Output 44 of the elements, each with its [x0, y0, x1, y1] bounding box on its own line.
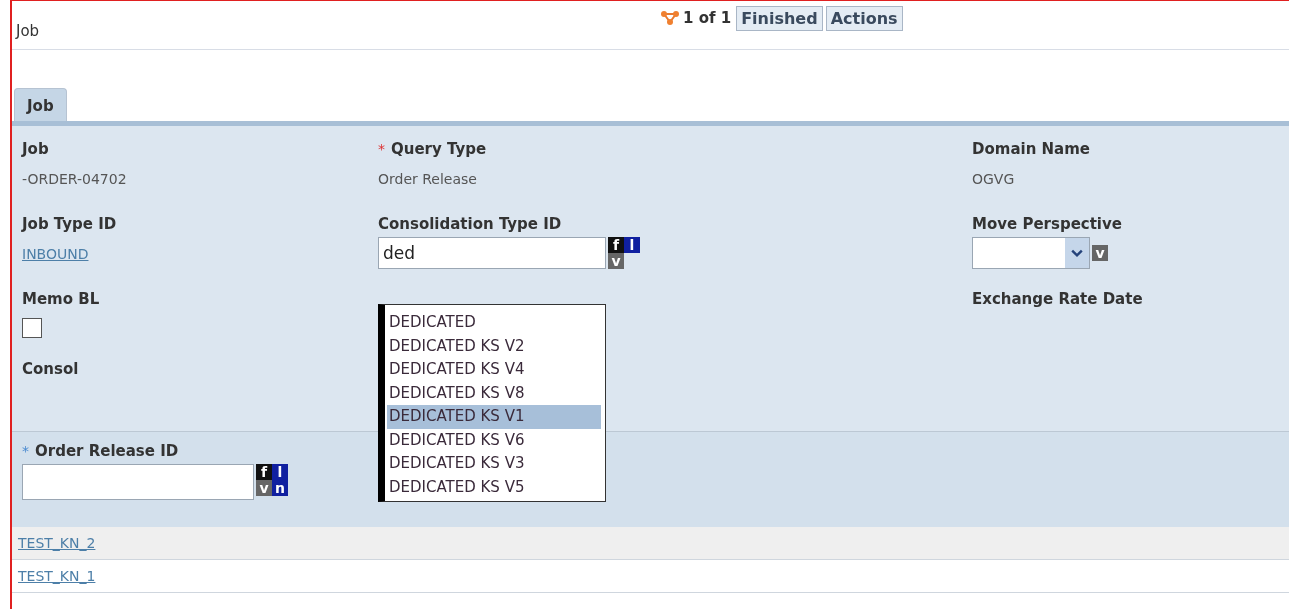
lookup-key[interactable]: v	[1092, 245, 1108, 261]
field-label: Job Type ID	[22, 215, 117, 233]
field-label: Job	[22, 140, 49, 158]
dropdown[interactable]	[972, 237, 1090, 269]
lookup-key[interactable]: f	[608, 237, 624, 253]
tab[interactable]: Job	[14, 88, 67, 121]
required-mark: *	[22, 443, 29, 459]
lookup-key[interactable]: f	[256, 464, 272, 480]
chevron-down-icon	[1071, 248, 1083, 258]
field-value: Order Release	[378, 171, 478, 187]
input-field[interactable]: ded	[378, 237, 606, 269]
field-label: Exchange Rate Date	[972, 290, 1143, 308]
input-field[interactable]	[22, 464, 254, 500]
suggestion-item[interactable]: DEDICATED KS V1	[387, 405, 601, 429]
field-label: Move Perspective	[972, 215, 1122, 233]
page-title: Job	[16, 22, 41, 40]
required-mark: *	[378, 141, 385, 157]
link[interactable]: TEST_KN_1	[18, 568, 96, 584]
lookup-key[interactable]: v	[608, 253, 624, 269]
field-label: Order Release ID	[35, 442, 179, 460]
field-label: Consol	[22, 360, 79, 378]
lookup-key[interactable]: l	[272, 464, 288, 480]
network-icon	[660, 10, 680, 26]
suggestion-item[interactable]: DEDICATED KS V3	[387, 452, 601, 476]
toolbar-button[interactable]: Actions	[825, 5, 903, 31]
field-value: -ORDER-04702	[22, 171, 128, 187]
lookup-key[interactable]: l	[624, 237, 640, 253]
lookup-key[interactable]: n	[272, 480, 288, 496]
field-label: Query Type	[391, 140, 487, 158]
suggestion-item[interactable]: DEDICATED KS V5	[387, 475, 601, 499]
field-label: Consolidation Type ID	[378, 215, 562, 233]
toolbar-button[interactable]: Finished	[736, 5, 823, 31]
suggestion-item[interactable]: DEDICATED KS V2	[387, 334, 601, 358]
suggestion-item[interactable]: DEDICATED KS V8	[387, 381, 601, 405]
suggestion-item[interactable]: DEDICATED KS V6	[387, 428, 601, 452]
suggestion-item[interactable]: DEDICATED KS V4	[387, 358, 601, 382]
record-count: 1 of 1	[683, 9, 732, 27]
link[interactable]: TEST_KN_2	[18, 535, 96, 551]
field-label: Memo BL	[22, 290, 100, 308]
suggestion-item[interactable]: DEDICATED	[387, 311, 601, 335]
field-label: Domain Name	[972, 140, 1091, 158]
field-value: OGVG	[972, 171, 1016, 187]
lookup-key[interactable]: v	[256, 480, 272, 496]
checkbox[interactable]	[22, 318, 42, 338]
